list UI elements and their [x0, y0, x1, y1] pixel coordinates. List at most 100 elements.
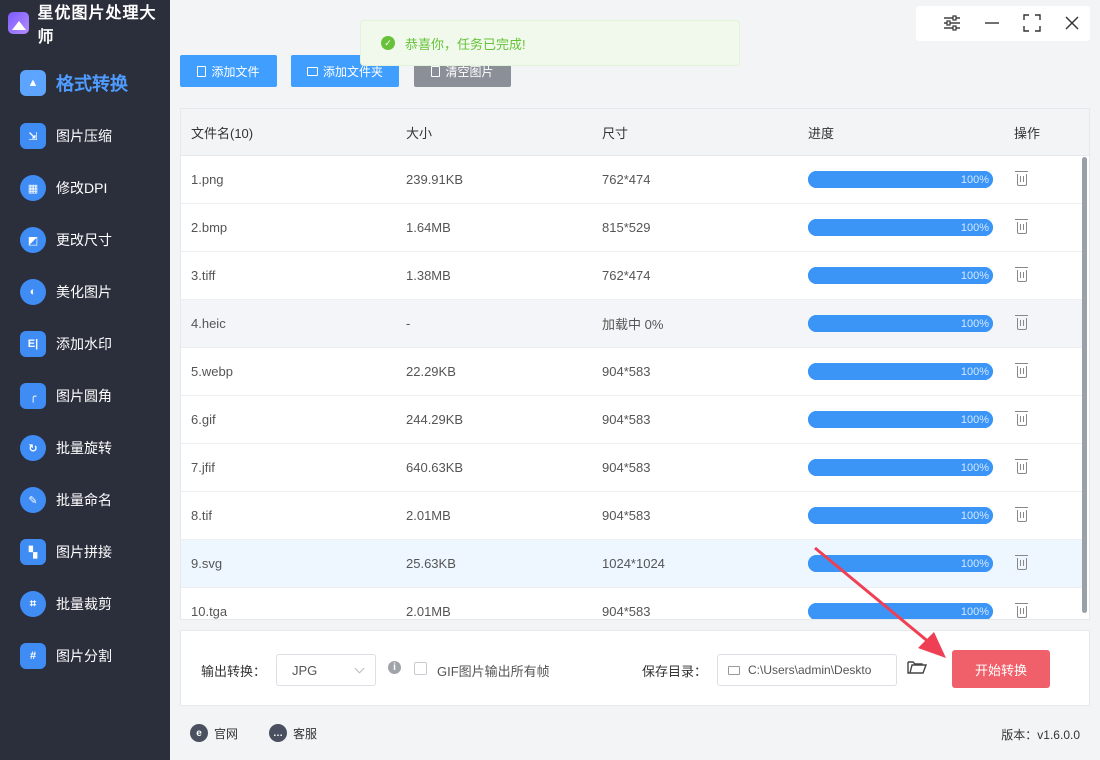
sidebar-item-stitch[interactable]: ▚ 图片拼接 — [0, 526, 170, 578]
sidebar-item-beautify[interactable]: ◐ 美化图片 — [0, 266, 170, 318]
cell-action — [1014, 156, 1028, 203]
progress-bar: 100% — [808, 363, 993, 380]
table-scrollbar[interactable] — [1082, 157, 1087, 613]
cell-action — [1014, 300, 1028, 347]
progress-bar: 100% — [808, 315, 993, 332]
table-row[interactable]: 5.webp 22.29KB 904*583 100% — [181, 348, 1083, 396]
table-row[interactable]: 10.tga 2.01MB 904*583 100% — [181, 588, 1083, 619]
table-row[interactable]: 8.tif 2.01MB 904*583 100% — [181, 492, 1083, 540]
check-circle-icon: ✓ — [381, 36, 395, 50]
table-row[interactable]: 6.gif 244.29KB 904*583 100% — [181, 396, 1083, 444]
browse-folder-button[interactable] — [907, 659, 927, 675]
progress-bar: 100% — [808, 555, 993, 572]
header-action: 操作 — [1014, 125, 1041, 141]
cell-filename: 8.tif — [191, 508, 212, 523]
output-format-select[interactable]: JPG — [276, 654, 376, 686]
header-size: 大小 — [406, 125, 433, 141]
sidebar-nav: ▲ 格式转换 ⇲ 图片压缩 ▦ 修改DPI ◩ 更改尺寸 ◐ 美化图片 E| 添… — [0, 56, 170, 682]
cell-progress: 100% — [808, 348, 993, 395]
sidebar-item-dpi[interactable]: ▦ 修改DPI — [0, 162, 170, 214]
cell-size: 25.63KB — [406, 556, 456, 571]
sidebar-item-round-corner[interactable]: ╭ 图片圆角 — [0, 370, 170, 422]
cell-progress: 100% — [808, 300, 993, 347]
info-icon[interactable]: i — [388, 661, 401, 674]
cell-filename: 7.jfif — [191, 460, 215, 475]
gif-all-frames-checkbox[interactable] — [414, 662, 427, 675]
cell-action — [1014, 348, 1028, 395]
sidebar-item-watermark[interactable]: E| 添加水印 — [0, 318, 170, 370]
progress-bar: 100% — [808, 459, 993, 476]
cell-size: 239.91KB — [406, 172, 464, 187]
delete-row-icon[interactable] — [1015, 266, 1028, 282]
settings-sliders-button[interactable] — [940, 11, 964, 35]
table-row[interactable]: 7.jfif 640.63KB 904*583 100% — [181, 444, 1083, 492]
cell-filename: 3.tiff — [191, 268, 216, 283]
delete-row-icon[interactable] — [1015, 554, 1028, 570]
delete-row-icon[interactable] — [1015, 458, 1028, 474]
sidebar-item-resize[interactable]: ◩ 更改尺寸 — [0, 214, 170, 266]
progress-text: 100% — [960, 605, 989, 618]
progress-bar: 100% — [808, 507, 993, 524]
table-row[interactable]: 2.bmp 1.64MB 815*529 100% — [181, 204, 1083, 252]
sidebar-item-rotate[interactable]: ↻ 批量旋转 — [0, 422, 170, 474]
cell-filename: 9.svg — [191, 556, 223, 571]
cell-action — [1014, 252, 1028, 299]
sidebar-item-split[interactable]: # 图片分割 — [0, 630, 170, 682]
table-row[interactable]: 1.png 239.91KB 762*474 100% — [181, 156, 1083, 204]
save-path-value: C:\Users\admin\Deskto — [748, 663, 872, 677]
progress-bar: 100% — [808, 171, 993, 188]
progress-text: 100% — [960, 221, 989, 234]
rename-icon: ✎ — [20, 487, 46, 513]
split-icon: # — [20, 643, 46, 669]
delete-row-icon[interactable] — [1015, 410, 1028, 426]
sidebar-item-rename[interactable]: ✎ 批量命名 — [0, 474, 170, 526]
delete-row-icon[interactable] — [1015, 602, 1028, 618]
progress-bar: 100% — [808, 411, 993, 428]
cell-dimensions: 1024*1024 — [602, 556, 665, 571]
delete-row-icon[interactable] — [1015, 314, 1028, 330]
progress-text: 100% — [960, 557, 989, 570]
sidebar-item-label: 添加水印 — [56, 336, 112, 352]
watermark-icon: E| — [20, 331, 46, 357]
support-link[interactable]: … 客服 — [269, 724, 317, 742]
delete-row-icon[interactable] — [1015, 362, 1028, 378]
cell-progress: 100% — [808, 588, 993, 619]
sidebar-item-compress[interactable]: ⇲ 图片压缩 — [0, 110, 170, 162]
delete-row-icon[interactable] — [1015, 170, 1028, 186]
crop-icon: ⌗ — [20, 591, 46, 617]
close-icon — [1065, 16, 1079, 30]
delete-row-icon[interactable] — [1015, 218, 1028, 234]
table-row[interactable]: 3.tiff 1.38MB 762*474 100% — [181, 252, 1083, 300]
sidebar-item-label: 格式转换 — [56, 74, 128, 94]
cell-dimensions: 815*529 — [602, 220, 651, 235]
sidebar-item-crop[interactable]: ⌗ 批量裁剪 — [0, 578, 170, 630]
start-convert-button[interactable]: 开始转换 — [952, 650, 1050, 688]
rotate-icon: ↻ — [20, 435, 46, 461]
progress-text: 100% — [960, 509, 989, 522]
maximize-icon — [1023, 14, 1041, 32]
table-header: 文件名(10) 大小 尺寸 进度 操作 — [181, 109, 1089, 156]
output-settings-panel: 输出转换： JPG i GIF图片输出所有帧 保存目录： C:\Users\ad… — [180, 630, 1090, 706]
table-row[interactable]: 4.heic - 加载中 0% 100% — [181, 300, 1083, 348]
save-path-field[interactable]: C:\Users\admin\Deskto — [717, 654, 897, 686]
cell-dimensions: 762*474 — [602, 172, 651, 187]
maximize-button[interactable] — [1020, 11, 1044, 35]
header-dimensions: 尺寸 — [602, 125, 629, 141]
cell-size: - — [406, 316, 411, 331]
add-file-label: 添加文件 — [211, 64, 260, 79]
delete-row-icon[interactable] — [1015, 506, 1028, 522]
minimize-button[interactable] — [980, 11, 1004, 35]
close-button[interactable] — [1060, 11, 1084, 35]
cell-progress: 100% — [808, 156, 993, 203]
sidebar-item-label: 更改尺寸 — [56, 232, 112, 248]
progress-bar: 100% — [808, 603, 993, 619]
cell-filename: 10.tga — [191, 604, 228, 619]
image-compress-icon: ⇲ — [20, 123, 46, 149]
sidebar-item-format-convert[interactable]: ▲ 格式转换 — [0, 56, 170, 110]
website-link[interactable]: e 官网 — [190, 724, 238, 742]
chat-bubble-icon: … — [269, 724, 287, 742]
table-row[interactable]: 9.svg 25.63KB 1024*1024 100% — [181, 540, 1083, 588]
add-file-button[interactable]: 添加文件 — [180, 55, 277, 87]
gif-all-frames-label: GIF图片输出所有帧 — [437, 664, 550, 679]
sidebar-item-label: 批量命名 — [56, 492, 112, 508]
